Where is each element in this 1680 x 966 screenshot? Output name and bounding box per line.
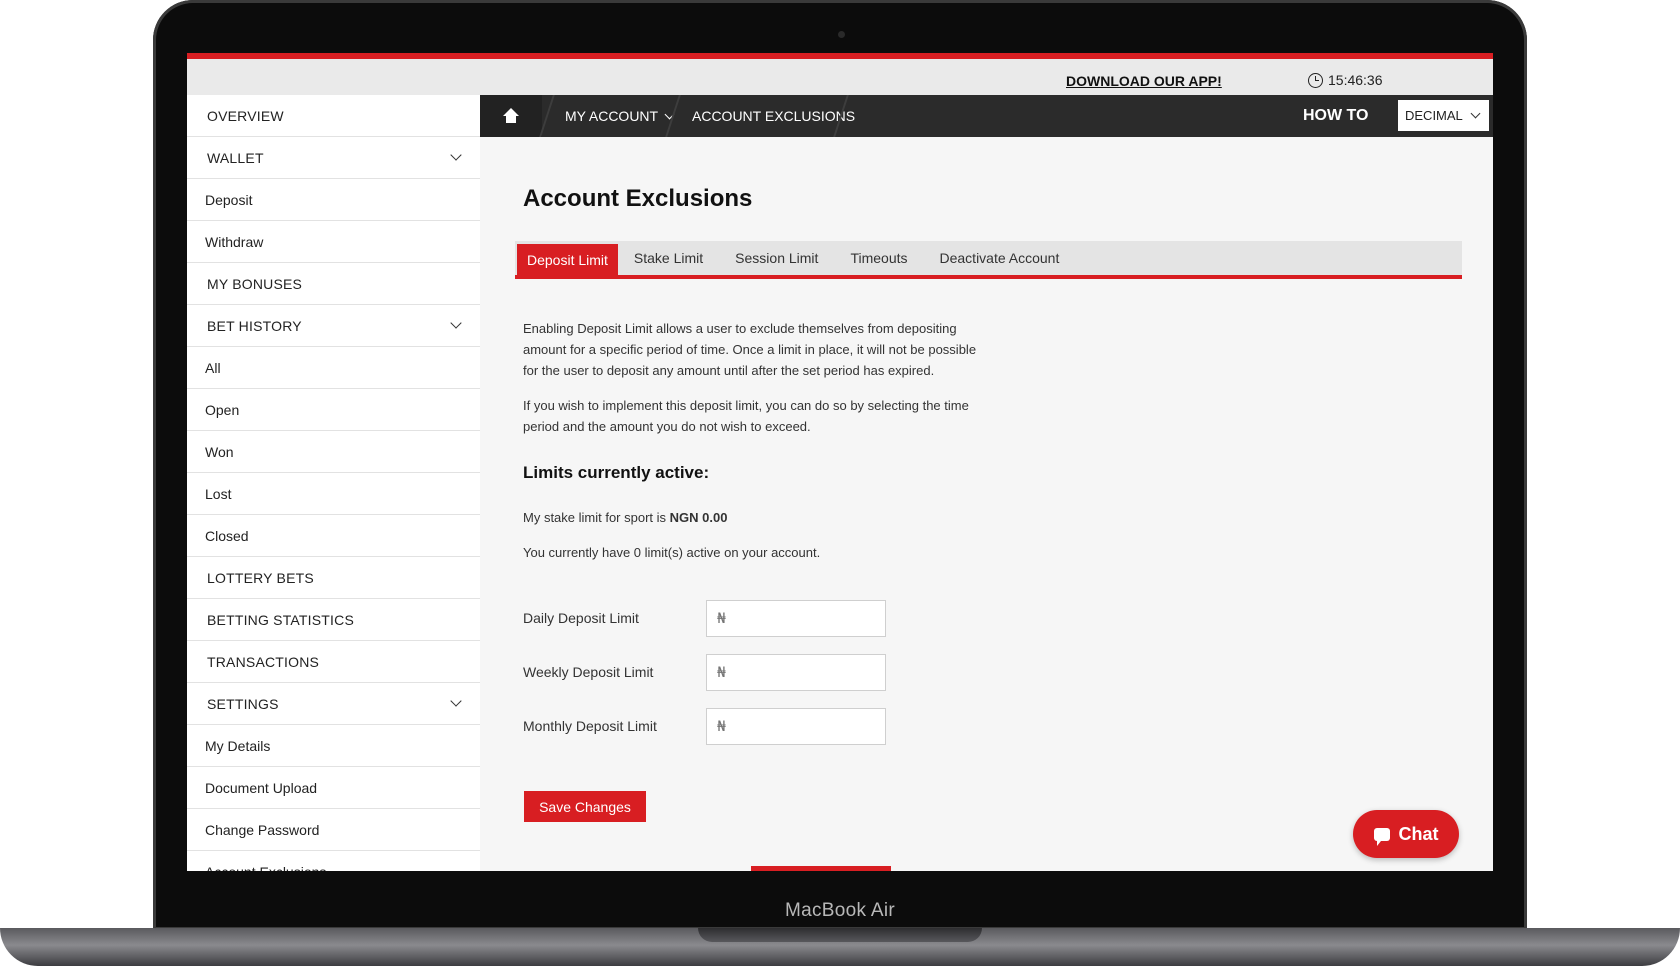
sidebar-item[interactable]: Closed [187, 515, 480, 557]
chat-label: Chat [1398, 823, 1439, 844]
sidebar-item-label: LOTTERY BETS [207, 569, 314, 586]
sidebar-item-label: Deposit [205, 191, 253, 208]
chat-bubble-icon [1373, 827, 1390, 846]
screen: DOWNLOAD OUR APP! 15:46:36 OVERVIEW WALLE… [187, 53, 1493, 871]
top-bar: DOWNLOAD OUR APP! 15:46:36 [187, 59, 1493, 95]
tab-deposit-limit[interactable]: Deposit Limit [517, 244, 618, 275]
sidebar-item[interactable]: Document Upload [187, 767, 480, 809]
deposit-limit-description: Enabling Deposit Limit allows a user to … [523, 321, 977, 378]
odds-format-select[interactable]: DECIMAL [1398, 100, 1489, 131]
sidebar-item[interactable]: My Details [187, 725, 480, 767]
sidebar-item[interactable]: WALLET [187, 137, 480, 179]
sidebar-item[interactable]: LOTTERY BETS [187, 557, 480, 599]
sidebar-item[interactable]: OVERVIEW [187, 95, 480, 137]
sidebar-item[interactable]: Open [187, 389, 480, 431]
sidebar-item-label: Document Upload [205, 779, 318, 796]
sidebar-item[interactable]: BETTING STATISTICS [187, 599, 480, 641]
home-button[interactable] [480, 95, 542, 137]
sidebar-item[interactable]: Won [187, 431, 480, 473]
active-limits-line: You currently have 0 limit(s) active on … [523, 545, 821, 560]
stake-limit-line: My stake limit for sport is NGN 0.00 [523, 510, 727, 525]
chevron-down-icon [450, 695, 462, 707]
breadcrumb-account-exclusions-label: ACCOUNT EXCLUSIONS [692, 108, 856, 124]
stake-limit-value: NGN 0.00 [669, 510, 728, 525]
exclusion-tabs: Deposit Limit Stake Limit Session Limit Tim… [515, 241, 1462, 279]
deposit-limit-instructions: If you wish to implement this deposit li… [523, 398, 969, 434]
sidebar-item-label: MY BONUSES [207, 275, 303, 292]
save-changes-button[interactable]: Save Changes [524, 791, 646, 822]
sidebar-item[interactable]: BET HISTORY [187, 305, 480, 347]
sidebar-item[interactable]: TRANSACTIONS [187, 641, 480, 683]
sidebar-item-label: BET HISTORY [207, 317, 302, 334]
sidebar-item[interactable]: All [187, 347, 480, 389]
sidebar-item[interactable]: Withdraw [187, 221, 480, 263]
account-sidebar: OVERVIEW WALLET Deposit Withdraw MY BONUSES B… [187, 95, 480, 871]
deposit-limit-label: Daily Deposit Limit [523, 610, 639, 626]
deposit-limit-label: Weekly Deposit Limit [523, 664, 654, 680]
breadcrumb-my-account-label: MY ACCOUNT [565, 108, 659, 124]
device-label: MacBook Air [785, 900, 895, 921]
footer-tab [751, 866, 891, 871]
download-app-link[interactable]: DOWNLOAD OUR APP! [1066, 73, 1222, 89]
tab-deactivate-account[interactable]: Deactivate Account [924, 241, 1076, 275]
breadcrumb-my-account[interactable]: MY ACCOUNT [565, 95, 675, 137]
limits-heading: Limits currently active: [523, 463, 710, 482]
deposit-limit-input[interactable] [706, 600, 886, 637]
home-icon [502, 108, 520, 124]
sidebar-item[interactable]: Deposit [187, 179, 480, 221]
sidebar-item[interactable]: SETTINGS [187, 683, 480, 725]
sidebar-item-label: Closed [205, 527, 249, 544]
stake-limit-prefix: My stake limit for sport is [523, 510, 670, 525]
sidebar-item-label: Open [205, 401, 240, 418]
navbar: MY ACCOUNT ACCOUNT EXCLUSIONS HOW TO DEC… [480, 95, 1493, 137]
sidebar-item-label: WALLET [207, 149, 264, 166]
sidebar-item[interactable]: Lost [187, 473, 480, 515]
tab-session-limit[interactable]: Session Limit [719, 241, 834, 275]
tab-stake-limit[interactable]: Stake Limit [618, 241, 719, 275]
sidebar-item-label: All [205, 359, 221, 376]
sidebar-item-label: Won [205, 443, 234, 460]
how-to-link[interactable]: HOW TO [1303, 107, 1368, 125]
breadcrumb-account-exclusions[interactable]: ACCOUNT EXCLUSIONS [692, 95, 855, 137]
chevron-down-icon [450, 149, 462, 161]
sidebar-item-label: Account Exclusions [205, 864, 326, 872]
sidebar-item-label: My Details [205, 737, 271, 754]
sidebar-item-label: BETTING STATISTICS [207, 611, 354, 628]
sidebar-item[interactable]: MY BONUSES [187, 263, 480, 305]
sidebar-item-label: TRANSACTIONS [207, 653, 320, 670]
sidebar-item-label: OVERVIEW [207, 107, 284, 124]
chat-button[interactable]: Chat [1353, 810, 1459, 858]
sidebar-item-label: SETTINGS [207, 695, 279, 712]
sidebar-item-label: Lost [205, 485, 232, 502]
main-content: MY ACCOUNT ACCOUNT EXCLUSIONS HOW TO DEC… [480, 95, 1493, 871]
chevron-down-icon [450, 317, 462, 329]
clock-icon [1308, 72, 1323, 88]
sidebar-item[interactable]: Change Password [187, 809, 480, 851]
laptop-notch [698, 928, 982, 942]
sidebar-item-label: Withdraw [205, 233, 264, 250]
clock-time: 15:46:36 [1328, 72, 1383, 88]
sidebar-item[interactable]: Account Exclusions [187, 851, 480, 872]
tab-timeouts[interactable]: Timeouts [834, 241, 923, 275]
sidebar-item-label: Change Password [205, 821, 320, 838]
camera-icon [838, 31, 845, 38]
clock: 15:46:36 [1308, 72, 1383, 88]
deposit-limit-input[interactable] [706, 654, 886, 691]
page-title: Account Exclusions [523, 185, 753, 212]
chevron-down-icon [1470, 108, 1481, 119]
deposit-limit-input[interactable] [706, 708, 886, 745]
deposit-limit-label: Monthly Deposit Limit [523, 718, 657, 734]
odds-format-value: DECIMAL [1405, 108, 1463, 123]
